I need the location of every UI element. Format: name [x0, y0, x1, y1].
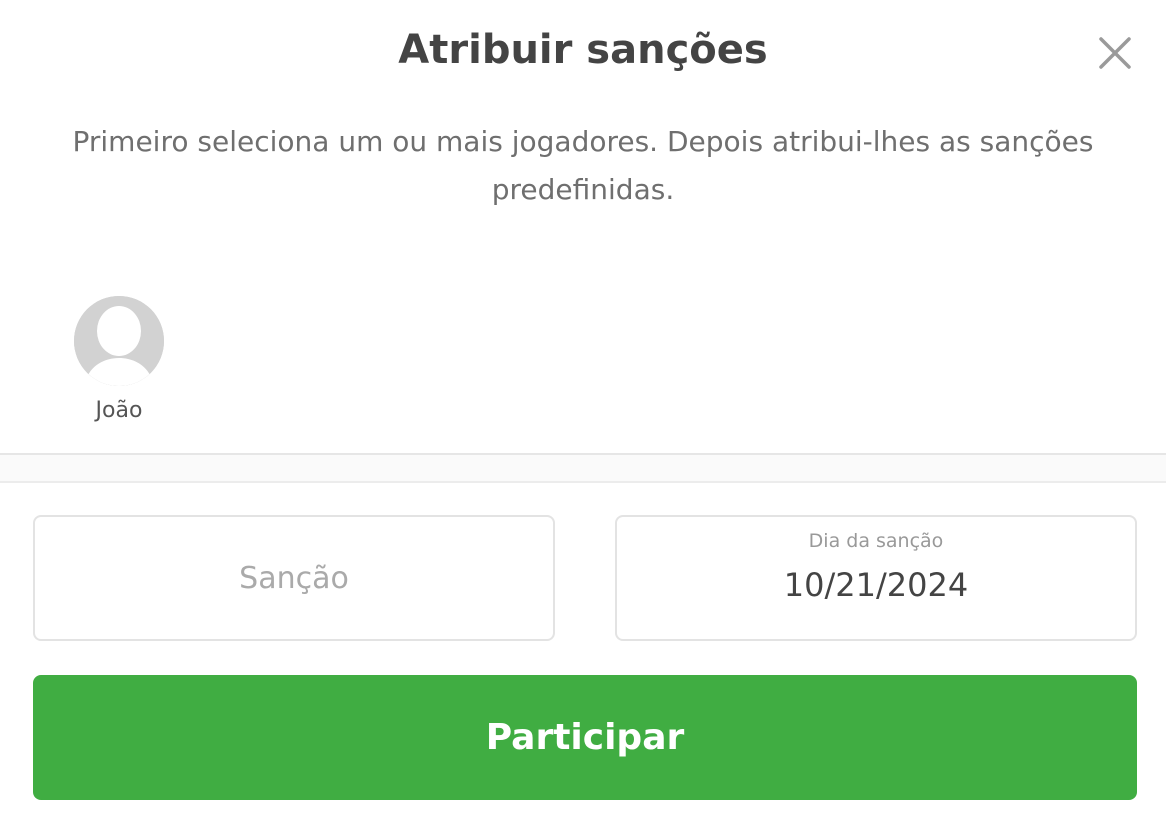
- sanction-date-label: Dia da sanção: [808, 530, 944, 552]
- player-name: João: [95, 398, 143, 423]
- sanction-date-value[interactable]: 10/21/2024: [617, 563, 1135, 607]
- sanction-field[interactable]: [33, 515, 555, 641]
- section-divider: [0, 453, 1166, 483]
- close-button[interactable]: [1094, 32, 1136, 74]
- player-item[interactable]: João: [70, 296, 168, 426]
- sanction-input[interactable]: [35, 517, 553, 639]
- modal-description: Primeiro seleciona um ou mais jogadores.…: [72, 125, 1094, 206]
- default-avatar-icon: [74, 296, 164, 386]
- sanctions-modal: Atribuir sanções Primeiro seleciona um o…: [0, 0, 1166, 820]
- participate-button[interactable]: Participar: [33, 675, 1137, 800]
- sanction-date-field[interactable]: Dia da sanção 10/21/2024: [615, 515, 1137, 641]
- close-icon: [1099, 37, 1131, 69]
- avatar: [74, 296, 164, 386]
- modal-title: Atribuir sanções: [398, 27, 768, 73]
